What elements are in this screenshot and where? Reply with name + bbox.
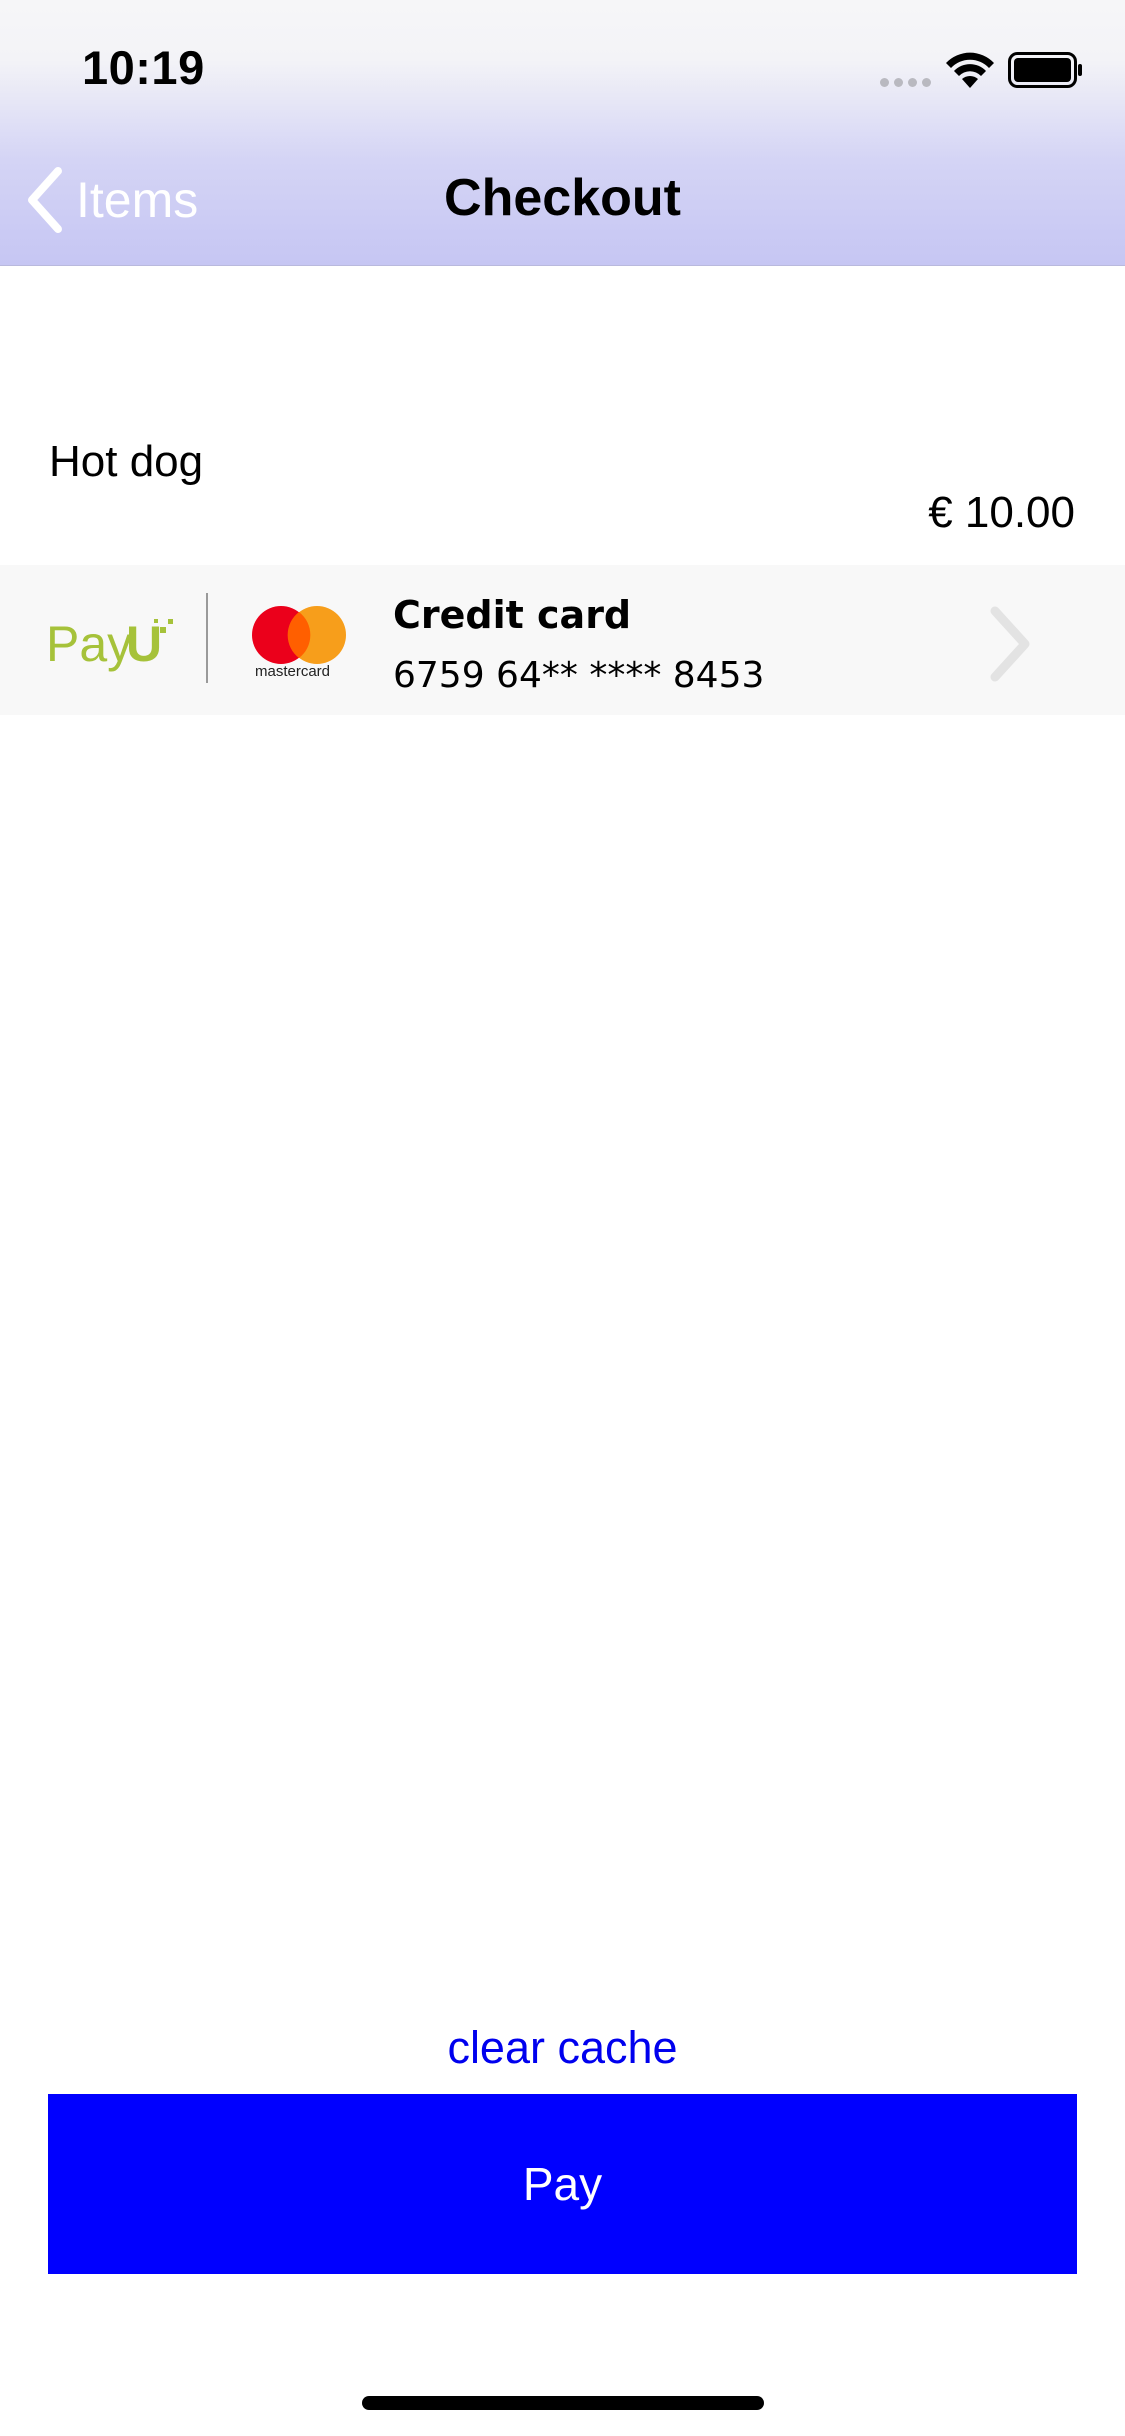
card-number: 6759 64** **** 8453 (393, 655, 765, 696)
payment-method-title: Credit card (393, 593, 632, 637)
payu-logo: Pay U (46, 616, 173, 672)
page-title: Checkout (444, 169, 681, 227)
logo-divider (206, 593, 208, 683)
pay-button[interactable]: Pay (48, 2094, 1077, 2274)
wifi-icon (946, 52, 994, 88)
status-time: 10:19 (82, 41, 205, 94)
item-price: € 10.00 (928, 488, 1075, 537)
navigation-header: 10:19 Items Checkout (0, 0, 1125, 266)
item-name: Hot dog (49, 437, 204, 486)
chevron-right-icon (990, 606, 1030, 682)
signal-icon (880, 74, 936, 92)
svg-text:Pay: Pay (46, 616, 132, 672)
home-indicator (362, 2396, 764, 2410)
card-brand-label: mastercard (255, 663, 331, 680)
battery-icon (1008, 52, 1082, 88)
payment-method-row[interactable]: Pay U mastercard Credit card 6759 64** *… (0, 565, 1125, 715)
svg-text:U: U (126, 616, 162, 672)
clear-cache-link[interactable]: clear cache (0, 2022, 1125, 2074)
